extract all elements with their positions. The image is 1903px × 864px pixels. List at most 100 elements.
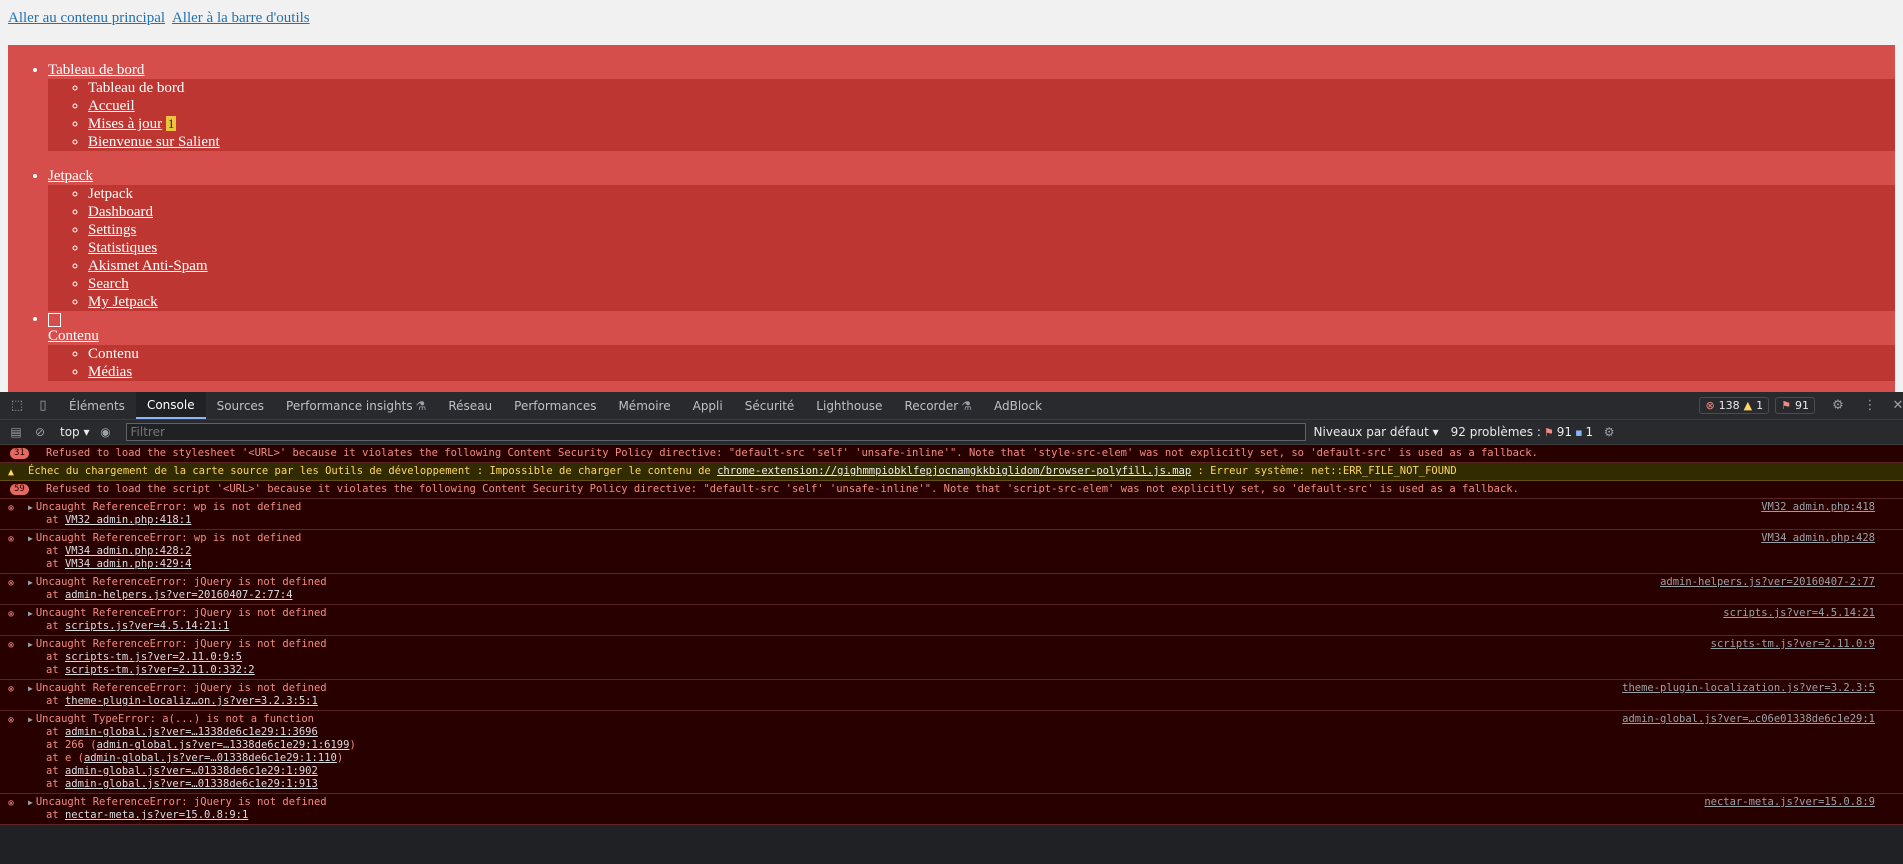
submenu-link[interactable]: Search [88, 276, 129, 292]
source-location-link[interactable]: admin-global.js?ver=…c06e01338de6c1e29:1 [1622, 713, 1875, 726]
stack-frame-link[interactable]: admin-global.js?ver=…1338de6c1e29:1:3696 [65, 726, 318, 738]
stack-prefix: at [46, 589, 65, 601]
submenu-item[interactable]: Dashboard [88, 203, 1895, 221]
live-expression-eye-icon[interactable]: ◉ [98, 424, 114, 440]
console-message-error[interactable]: ⊗ ▶ Uncaught ReferenceError: wp is not def… [0, 530, 1903, 574]
console-message-error[interactable]: ⊗ ▶ Uncaught ReferenceError: jQuery is not… [0, 636, 1903, 680]
expand-triangle-icon[interactable]: ▶ [28, 534, 33, 543]
source-location-link[interactable]: VM34 admin.php:428 [1761, 532, 1875, 545]
devtools-tab[interactable]: Réseau [437, 392, 503, 419]
submenu-item[interactable]: Settings [88, 221, 1895, 239]
submenu-item[interactable]: My Jetpack [88, 293, 1895, 311]
inspect-element-icon[interactable]: ⬚ [8, 397, 26, 415]
stack-frame-link[interactable]: admin-global.js?ver=…01338de6c1e29:1:110 [84, 752, 337, 764]
stack-frame-link[interactable]: admin-global.js?ver=…01338de6c1e29:1:913 [65, 778, 318, 790]
submenu-link[interactable]: Dashboard [88, 204, 153, 220]
submenu-link[interactable]: Accueil [88, 98, 135, 114]
source-location-link[interactable]: theme-plugin-localization.js?ver=3.2.3:5 [1622, 682, 1875, 695]
expand-triangle-icon[interactable]: ▶ [28, 684, 33, 693]
stack-frame: at VM34 admin.php:428:2 [28, 545, 1873, 558]
menu-heading-link[interactable]: Jetpack [48, 167, 1895, 185]
message-line: ▶ Uncaught ReferenceError: jQuery is not … [28, 607, 1873, 620]
submenu-item[interactable]: Mises à jour 1 [88, 115, 1895, 133]
stack-frame-link[interactable]: scripts-tm.js?ver=2.11.0:332:2 [65, 664, 255, 676]
stack-frame-link[interactable]: nectar-meta.js?ver=15.0.8:9:1 [65, 809, 248, 821]
source-map-link[interactable]: chrome-extension://gighmmpiobklfepjocnam… [717, 465, 1191, 477]
filter-input[interactable] [125, 423, 1306, 441]
skip-to-content-link[interactable]: Aller au contenu principal [8, 10, 165, 26]
stack-frame-link[interactable]: scripts-tm.js?ver=2.11.0:9:5 [65, 651, 242, 663]
stack-frame-link[interactable]: VM34 admin.php:428:2 [65, 545, 191, 557]
menu-heading-link[interactable]: Contenu [48, 327, 1895, 345]
stack-frame-link[interactable]: admin-global.js?ver=…1338de6c1e29:1:6199 [97, 739, 350, 751]
submenu-item[interactable]: Accueil [88, 97, 1895, 115]
console-counts[interactable]: ⊗ 138 ▲ 1 [1699, 397, 1770, 414]
console-message-error[interactable]: ⊗ ▶ Uncaught ReferenceError: jQuery is not… [0, 574, 1903, 605]
expand-triangle-icon[interactable]: ▶ [28, 503, 33, 512]
source-location-link[interactable]: scripts-tm.js?ver=2.11.0:9 [1711, 638, 1875, 651]
console-message-csp[interactable]: 59 Refused to load the script '<URL>' bec… [0, 481, 1903, 499]
stack-frame-link[interactable]: VM34 admin.php:429:4 [65, 558, 191, 570]
submenu-link[interactable]: Mises à jour [88, 116, 162, 132]
submenu-link[interactable]: My Jetpack [88, 294, 158, 310]
expand-triangle-icon[interactable]: ▶ [28, 578, 33, 587]
chevron-down-icon: ▾ [1432, 425, 1439, 439]
stack-frame-link[interactable]: scripts.js?ver=4.5.14:21:1 [65, 620, 229, 632]
log-levels-dropdown[interactable]: Niveaux par défaut ▾ [1314, 425, 1439, 439]
devtools-tab[interactable]: Sécurité [734, 392, 806, 419]
issues-count[interactable]: ⚑ 91 [1775, 397, 1815, 414]
stack-frame-link[interactable]: admin-helpers.js?ver=20160407-2:77:4 [65, 589, 293, 601]
skip-to-toolbar-link[interactable]: Aller à la barre d'outils [172, 10, 310, 26]
devtools-tab[interactable]: Lighthouse [805, 392, 893, 419]
devtools-tab[interactable]: Sources [206, 392, 275, 419]
devtools-tab[interactable]: Console [135, 392, 206, 419]
devtools-tab[interactable]: Appli [682, 392, 734, 419]
console-message-error[interactable]: ⊗ ▶ Uncaught TypeError: a(...) is not a fu… [0, 711, 1903, 794]
submenu-item[interactable]: Bienvenue sur Salient [88, 133, 1895, 151]
devtools-tab[interactable]: AdBlock [983, 392, 1053, 419]
console-message-error[interactable]: ⊗ ▶ Uncaught ReferenceError: wp is not def… [0, 499, 1903, 530]
devtools-tab[interactable]: Performances [503, 392, 607, 419]
submenu-link[interactable]: Bienvenue sur Salient [88, 134, 220, 150]
source-location-link[interactable]: VM32 admin.php:418 [1761, 501, 1875, 514]
devtools-tab[interactable]: Performance insights ⚗ [275, 392, 437, 419]
settings-gear-icon[interactable]: ⚙ [1829, 397, 1847, 415]
console-message-error[interactable]: ⊗ ▶ Uncaught ReferenceError: jQuery is not… [0, 605, 1903, 636]
stack-frame-link[interactable]: admin-global.js?ver=…01338de6c1e29:1:902 [65, 765, 318, 777]
source-location-link[interactable]: nectar-meta.js?ver=15.0.8:9 [1704, 796, 1875, 809]
stack-frame-link[interactable]: VM32 admin.php:418:1 [65, 514, 191, 526]
submenu-link[interactable]: Akismet Anti-Spam [88, 258, 208, 274]
submenu-item[interactable]: Akismet Anti-Spam [88, 257, 1895, 275]
menu-heading-link[interactable]: Tableau de bord [48, 61, 1895, 79]
console-message-error[interactable]: ⊗ ▶ Uncaught ReferenceError: jQuery is not… [0, 794, 1903, 825]
source-location-link[interactable]: scripts.js?ver=4.5.14:21 [1723, 607, 1875, 620]
expand-triangle-icon[interactable]: ▶ [28, 798, 33, 807]
console-message-error[interactable]: ⊗ ▶ Uncaught ReferenceError: jQuery is not… [0, 680, 1903, 711]
warning-count: 1 [1756, 399, 1764, 412]
message-line: ▶ Uncaught ReferenceError: jQuery is not … [28, 576, 1873, 589]
submenu-item[interactable]: Médias [88, 363, 1895, 381]
console-message-csp[interactable]: 31 Refused to load the stylesheet '<URL>'… [0, 445, 1903, 463]
submenu-item[interactable]: Search [88, 275, 1895, 293]
source-location-link[interactable]: admin-helpers.js?ver=20160407-2:77 [1660, 576, 1875, 589]
submenu-item[interactable]: Statistiques [88, 239, 1895, 257]
problems-button[interactable]: 92 problèmes : ⚑ 91 ▪ 1 [1451, 425, 1594, 439]
device-toolbar-icon[interactable]: ▯ [34, 397, 52, 415]
devtools-tab[interactable]: Mémoire [607, 392, 681, 419]
sidebar-toggle-icon[interactable]: ▤ [8, 424, 24, 440]
expand-triangle-icon[interactable]: ▶ [28, 640, 33, 649]
devtools-tab[interactable]: Éléments [58, 392, 136, 419]
clear-console-icon[interactable]: ⊘ [32, 424, 48, 440]
more-options-icon[interactable]: ⋮ [1861, 397, 1879, 415]
context-selector[interactable]: top ▾ [60, 425, 90, 439]
submenu-link[interactable]: Médias [88, 364, 132, 380]
console-settings-gear-icon[interactable]: ⚙ [1601, 424, 1617, 440]
console-message-warning[interactable]: ▲ Échec du chargement de la carte source … [0, 463, 1903, 481]
submenu-link[interactable]: Settings [88, 222, 136, 238]
submenu-link[interactable]: Statistiques [88, 240, 157, 256]
devtools-tab[interactable]: Recorder ⚗ [893, 392, 983, 419]
stack-frame-link[interactable]: theme-plugin-localiz…on.js?ver=3.2.3:5:1 [65, 695, 318, 707]
expand-triangle-icon[interactable]: ▶ [28, 609, 33, 618]
close-icon[interactable]: ✕ [1893, 397, 1903, 415]
expand-triangle-icon[interactable]: ▶ [28, 715, 33, 724]
